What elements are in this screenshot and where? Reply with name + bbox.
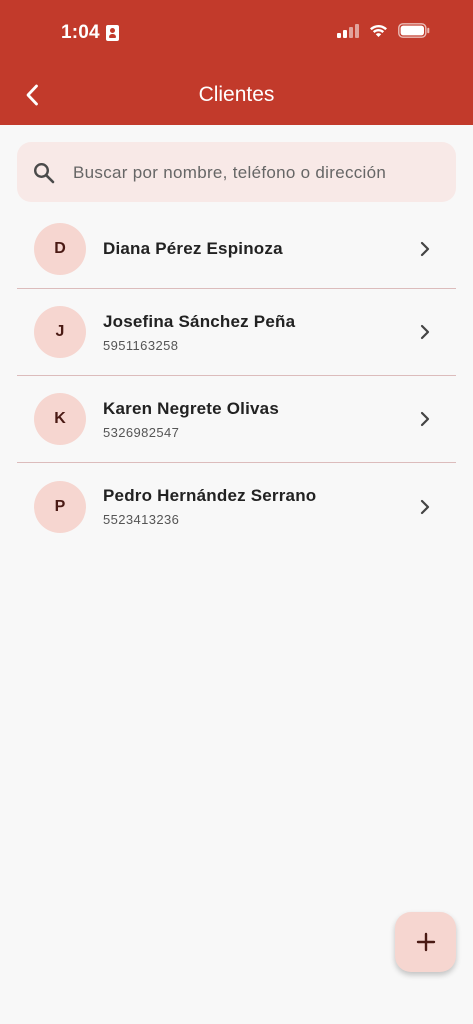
add-client-button[interactable] (395, 912, 456, 972)
chevron-right-icon (420, 499, 430, 514)
client-name: Diana Pérez Espinoza (103, 239, 283, 258)
chevron-right-icon (420, 411, 430, 427)
wifi-icon (370, 24, 387, 37)
battery-icon (398, 23, 430, 38)
client-info: Pedro Hernández Serrano 5523413236 (103, 486, 316, 527)
client-row[interactable]: J Josefina Sánchez Peña 5951163258 (17, 289, 456, 376)
client-info: Diana Pérez Espinoza (103, 239, 283, 259)
avatar: J (34, 306, 86, 358)
client-name: Josefina Sánchez Peña (103, 311, 296, 331)
client-name: Karen Negrete Olivas (103, 398, 279, 418)
status-icons (337, 23, 430, 38)
client-name: Pedro Hernández Serrano (103, 486, 317, 505)
client-row[interactable]: K Karen Negrete Olivas 5326982547 (17, 376, 456, 463)
cellular-signal-icon (337, 23, 359, 38)
client-info: Josefina Sánchez Peña 5951163258 (103, 312, 295, 353)
client-phone: 5326982547 (103, 424, 180, 440)
status-time: 1:04 (61, 22, 119, 44)
status-bar: 1:04 (0, 0, 473, 66)
client-phone: 5951163258 (103, 337, 179, 353)
nav-bar: Clientes (0, 66, 473, 125)
client-info: Karen Negrete Olivas 5326982547 (103, 399, 279, 440)
avatar: K (34, 393, 86, 445)
page-title: Clientes (198, 83, 275, 106)
client-phone: 5523413236 (103, 512, 180, 527)
avatar: P (34, 480, 86, 533)
search-icon (33, 162, 55, 184)
contact-card-icon (105, 25, 119, 41)
client-row[interactable]: D Diana Pérez Espinoza (17, 210, 456, 289)
status-time-text: 1:04 (61, 22, 100, 43)
plus-icon (416, 932, 435, 952)
client-row[interactable]: P Pedro Hernández Serrano 5523413236 (17, 463, 456, 550)
client-list: D Diana Pérez Espinoza J Josefina Sánche… (17, 210, 456, 550)
app-bar: 1:04 Clientes (0, 0, 473, 125)
avatar: D (34, 223, 86, 275)
search-input[interactable] (73, 160, 433, 186)
chevron-right-icon (420, 241, 430, 257)
chevron-right-icon (420, 324, 430, 340)
